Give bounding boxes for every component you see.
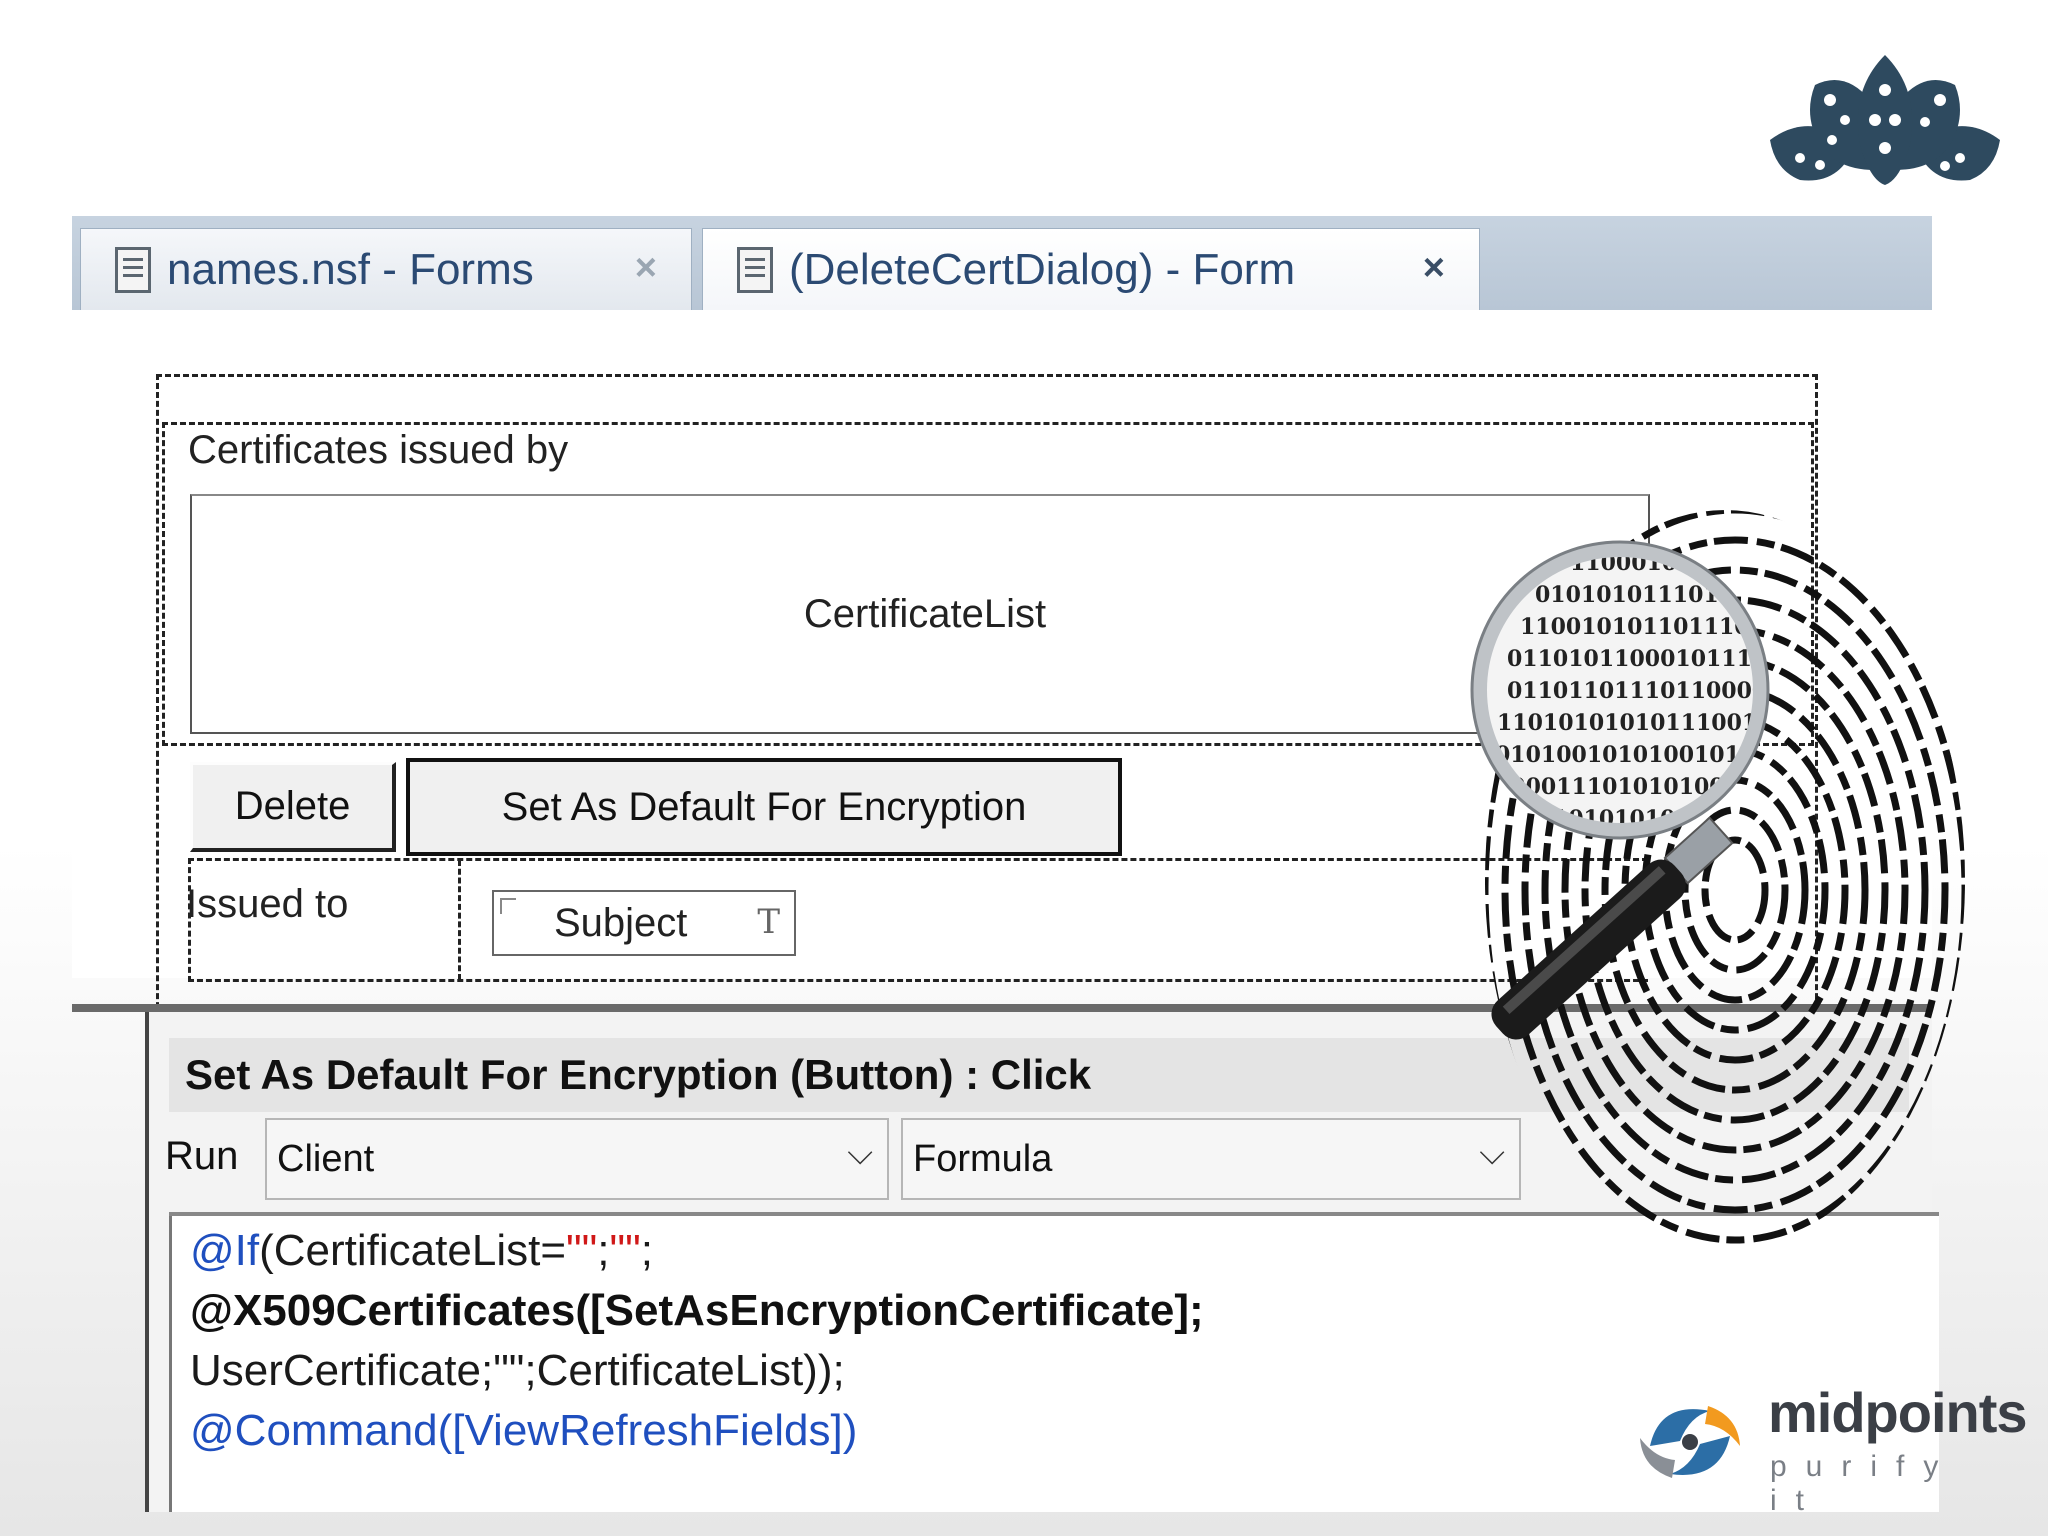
binary-digits: 1100101011011100 bbox=[1520, 614, 1765, 640]
code-text: ; bbox=[640, 1226, 653, 1275]
subject-field-label: Subject bbox=[554, 900, 688, 945]
code-line: @X509Certificates([SetAsEncryptionCertif… bbox=[190, 1286, 1204, 1335]
delete-button[interactable]: Delete bbox=[190, 762, 396, 852]
code-string: "" bbox=[609, 1226, 641, 1275]
binary-digits: 1101010101011100101 bbox=[1497, 710, 1788, 736]
run-label: Run bbox=[165, 1134, 239, 1178]
tab-bar: names.nsf - Forms × (DeleteCertDialog) -… bbox=[72, 216, 1932, 310]
chevron-down-icon: ⌵ bbox=[847, 1134, 873, 1172]
language-value: Formula bbox=[913, 1137, 1053, 1180]
midpoints-swirl-icon bbox=[1640, 1406, 1740, 1478]
brand-name: midpoints bbox=[1768, 1381, 2028, 1444]
cert-section-label: Certificates issued by bbox=[188, 428, 569, 472]
tab-delete-cert-dialog[interactable]: (DeleteCertDialog) - Form × bbox=[702, 228, 1480, 310]
issued-to-label: Issued to bbox=[186, 882, 349, 926]
tab-label: names.nsf - Forms bbox=[167, 244, 534, 294]
issued-to-separator bbox=[458, 860, 461, 980]
set-default-encryption-button[interactable]: Set As Default For Encryption bbox=[406, 758, 1122, 856]
tab-names-forms[interactable]: names.nsf - Forms × bbox=[80, 228, 692, 310]
binary-digits: 0110101 bbox=[1545, 838, 1652, 864]
run-context-select[interactable]: Client ⌵ bbox=[265, 1118, 889, 1200]
code-function: @If bbox=[190, 1226, 260, 1275]
binary-digits: 01101101110110000 bbox=[1507, 678, 1767, 704]
code-line: @If(CertificateList="";""; bbox=[190, 1226, 653, 1276]
code-string: "" bbox=[566, 1226, 598, 1275]
run-context-value: Client bbox=[277, 1137, 375, 1180]
document-icon bbox=[115, 246, 151, 293]
lotus-logo bbox=[1770, 55, 2000, 185]
subject-field[interactable]: Subject T bbox=[492, 890, 796, 956]
code-text: (CertificateList= bbox=[259, 1226, 567, 1275]
code-line: UserCertificate;"";CertificateList)); bbox=[190, 1346, 845, 1395]
tab-label: (DeleteCertDialog) - Form bbox=[789, 244, 1296, 294]
certificate-list-label: CertificateList bbox=[803, 591, 1047, 636]
text-type-icon: T bbox=[757, 902, 780, 942]
brand-tagline: purify it bbox=[1770, 1450, 1958, 1517]
code-text: ; bbox=[597, 1226, 610, 1275]
form-icon bbox=[737, 246, 773, 293]
fingerprint-magnifier-illustration: 1100010010101011101011001010110111000110… bbox=[1470, 510, 1965, 1250]
close-icon[interactable]: × bbox=[1423, 247, 1445, 290]
close-icon[interactable]: × bbox=[635, 247, 657, 290]
midpoints-logo: midpoints purify it bbox=[1630, 1380, 2028, 1517]
code-line: @Command([ViewRefreshFields]) bbox=[190, 1406, 858, 1455]
